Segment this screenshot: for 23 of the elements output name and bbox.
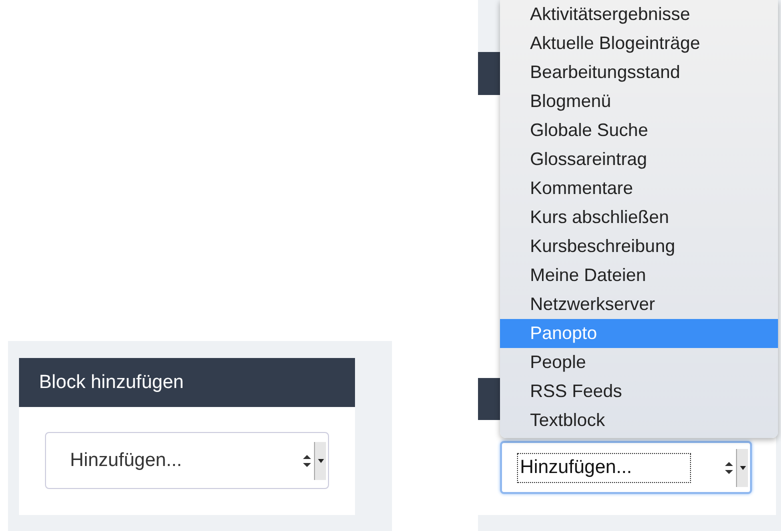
block-select[interactable]: Hinzufügen... (500, 441, 752, 494)
menu-item[interactable]: People (500, 348, 778, 377)
up-down-arrows-icon (303, 454, 311, 466)
caret-icon (318, 458, 324, 462)
menu-item[interactable]: Kurs abschließen (500, 203, 778, 232)
block-select[interactable]: Hinzufügen... (45, 432, 329, 489)
menu-item[interactable]: Blogmenü (500, 87, 778, 116)
block-title: Block hinzufügen (38, 372, 184, 394)
menu-item[interactable]: Aktuelle Blogeinträge (500, 29, 778, 58)
menu-item[interactable]: Textblock (500, 406, 778, 435)
menu-item[interactable]: Glossareintrag (500, 145, 778, 174)
menu-item[interactable]: Globale Suche (500, 116, 778, 145)
dropdown-button[interactable] (314, 442, 326, 480)
up-down-arrows-icon (725, 462, 733, 474)
caret-icon (740, 466, 746, 470)
menu-item[interactable]: Kursbeschreibung (500, 232, 778, 261)
menu-item[interactable]: Aktivitätsergebnisse (500, 0, 778, 29)
menu-item[interactable]: Meine Dateien (500, 261, 778, 290)
menu-item[interactable]: RSS Feeds (500, 377, 778, 406)
menu-item[interactable]: Netzwerkserver (500, 290, 778, 319)
menu-item[interactable]: Bearbeitungsstand (500, 58, 778, 87)
menu-item[interactable]: Kommentare (500, 174, 778, 203)
dropdown-button[interactable] (736, 448, 748, 486)
